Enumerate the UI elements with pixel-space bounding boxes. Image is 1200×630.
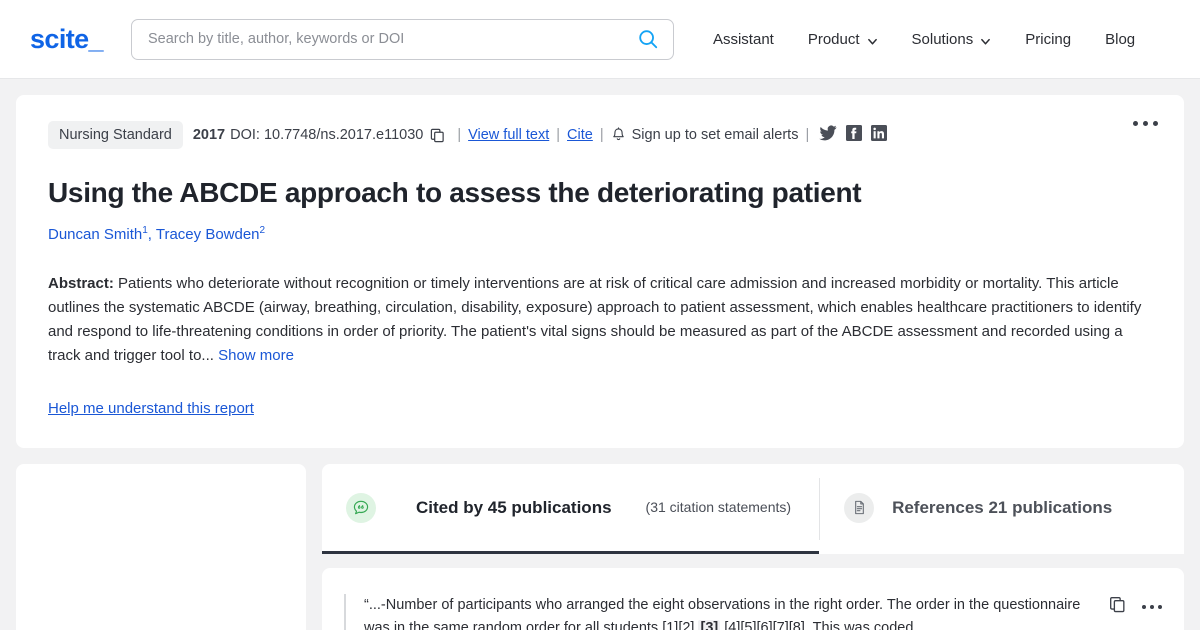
- nav-item-pricing[interactable]: Pricing: [1008, 31, 1088, 48]
- email-alerts-label: Sign up to set email alerts: [631, 127, 799, 143]
- main-nav: Assistant Product Solutions Pricing Blog: [696, 31, 1152, 48]
- separator: |: [805, 127, 810, 143]
- dot: [1153, 121, 1158, 126]
- bell-icon: [611, 127, 626, 143]
- facebook-icon[interactable]: [846, 125, 863, 145]
- quote-bubble-icon: [346, 492, 376, 523]
- chevron-down-icon: [867, 34, 878, 45]
- linkedin-icon[interactable]: [871, 125, 888, 145]
- site-header: scite_ Assistant Product Solutions Pr: [0, 0, 1200, 79]
- citation-statement-card: “...-Number of participants who arranged…: [322, 568, 1184, 630]
- author-affiliation: 2: [259, 225, 266, 236]
- dot: [1150, 605, 1154, 609]
- cite-link[interactable]: Cite: [567, 127, 593, 143]
- left-side-panel: [16, 464, 306, 630]
- statement-overflow-menu[interactable]: [1142, 605, 1162, 609]
- email-alerts-button[interactable]: Sign up to set email alerts: [611, 127, 799, 143]
- dot: [1142, 605, 1146, 609]
- lower-section: Cited by 45 publications (31 citation st…: [0, 448, 1200, 630]
- doi-text: DOI: 10.7748/ns.2017.e11030: [230, 127, 424, 143]
- citation-statements-count: (31 citation statements): [645, 499, 792, 515]
- nav-label: Solutions: [911, 30, 974, 48]
- author-name[interactable]: Duncan Smith: [48, 226, 142, 243]
- nav-item-product[interactable]: Product: [791, 31, 895, 48]
- twitter-icon[interactable]: [819, 125, 837, 145]
- statement-actions: [1109, 594, 1162, 618]
- document-icon: [844, 492, 875, 523]
- tab-references[interactable]: References 21 publications: [820, 464, 1140, 554]
- publication-year: 2017: [192, 127, 226, 143]
- scite-logo[interactable]: scite_: [30, 24, 104, 55]
- page-body: Nursing Standard 2017 DOI: 10.7748/ns.20…: [0, 79, 1200, 448]
- tab-references-label: References 21 publications: [892, 497, 1113, 517]
- journal-badge[interactable]: Nursing Standard: [48, 121, 183, 149]
- social-share-group: [819, 125, 888, 145]
- citation-tabs: Cited by 45 publications (31 citation st…: [322, 464, 1184, 554]
- dot: [1143, 121, 1148, 126]
- chevron-down-icon: [980, 34, 991, 45]
- nav-item-blog[interactable]: Blog: [1088, 31, 1152, 48]
- search-icon[interactable]: [637, 28, 659, 50]
- nav-label: Pricing: [1025, 30, 1072, 48]
- nav-item-solutions[interactable]: Solutions: [895, 31, 1009, 48]
- statement-text-after: [4][5][6][7][8]. This was coded: [720, 620, 914, 630]
- page-title: Using the ABCDE approach to assess the d…: [48, 177, 862, 208]
- dot: [1133, 121, 1138, 126]
- abstract-label: Abstract:: [48, 275, 114, 292]
- dot: [1158, 605, 1162, 609]
- tab-cited-by-label: Cited by 45 publications: [416, 497, 612, 517]
- copy-statement-icon[interactable]: [1109, 596, 1126, 618]
- nav-label: Assistant: [712, 30, 774, 48]
- citation-statement-text: “...-Number of participants who arranged…: [344, 594, 1089, 630]
- author-separator: ,: [147, 226, 156, 243]
- tab-cited-by[interactable]: Cited by 45 publications (31 citation st…: [322, 464, 820, 554]
- nav-label: Blog: [1105, 30, 1136, 48]
- paper-metadata-row: Nursing Standard 2017 DOI: 10.7748/ns.20…: [48, 121, 1152, 149]
- copy-doi-icon[interactable]: [430, 128, 445, 143]
- separator: |: [556, 127, 561, 143]
- statement-highlight: [3]: [698, 620, 721, 630]
- citations-column: Cited by 45 publications (31 citation st…: [322, 464, 1184, 630]
- show-more-button[interactable]: Show more: [218, 347, 294, 364]
- view-full-text-link[interactable]: View full text: [468, 127, 549, 143]
- nav-label: Product: [807, 30, 860, 48]
- search-input[interactable]: [147, 31, 637, 47]
- author-name[interactable]: Tracey Bowden: [156, 226, 260, 243]
- paper-overflow-menu[interactable]: [1129, 117, 1162, 130]
- paper-card: Nursing Standard 2017 DOI: 10.7748/ns.20…: [16, 95, 1184, 448]
- abstract-text: Patients who deteriorate without recogni…: [48, 275, 1142, 364]
- abstract: Abstract: Patients who deteriorate witho…: [48, 272, 1152, 368]
- separator: |: [599, 127, 604, 143]
- help-understand-report-link[interactable]: Help me understand this report: [48, 400, 254, 417]
- nav-item-assistant[interactable]: Assistant: [696, 31, 791, 48]
- search-box[interactable]: [130, 18, 674, 60]
- author-list: Duncan Smith1, Tracey Bowden2: [48, 225, 1152, 243]
- separator: |: [457, 127, 462, 143]
